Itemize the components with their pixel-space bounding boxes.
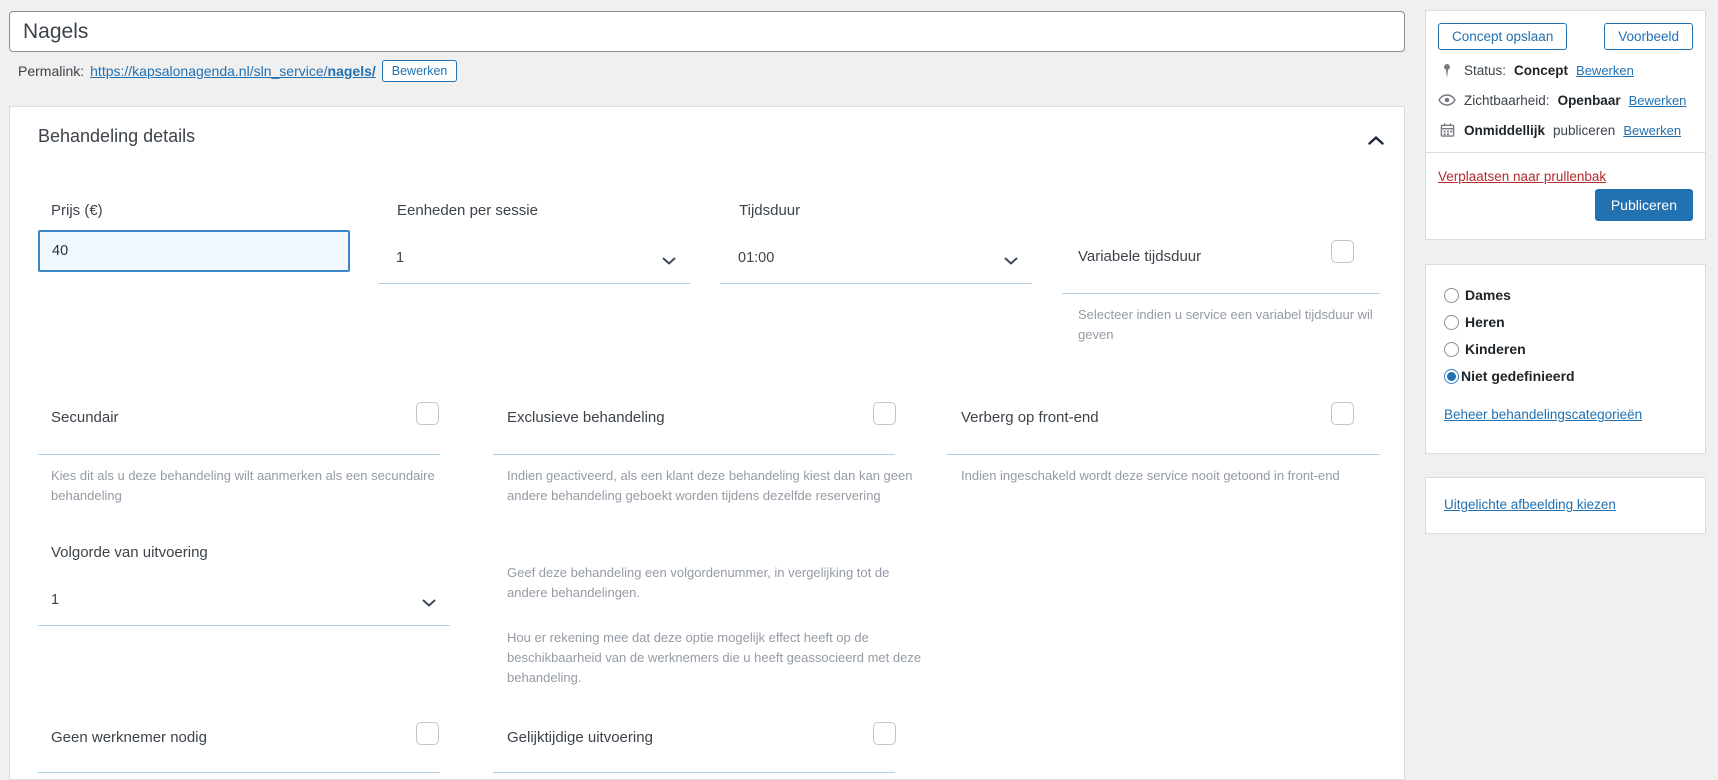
pin-icon	[1438, 62, 1456, 78]
radio-label: Dames	[1465, 287, 1511, 303]
duration-select[interactable]: 01:00	[720, 234, 1032, 284]
radio-label: Heren	[1465, 314, 1505, 330]
edit-status-link[interactable]: Bewerken	[1576, 63, 1634, 78]
move-to-trash-link[interactable]: Verplaatsen naar prullenbak	[1438, 169, 1606, 184]
edit-visibility-link[interactable]: Bewerken	[1629, 93, 1687, 108]
featured-image-box: Uitgelichte afbeelding kiezen	[1425, 477, 1706, 534]
visibility-row: Zichtbaarheid: Openbaar Bewerken	[1426, 92, 1705, 108]
hide-frontend-help: Indien ingeschakeld wordt deze service n…	[961, 466, 1391, 486]
permalink-label: Permalink:	[18, 63, 84, 79]
chevron-down-icon	[1004, 252, 1018, 270]
radio-icon	[1444, 342, 1459, 357]
duration-value: 01:00	[738, 250, 774, 266]
variable-duration-checkbox[interactable]	[1331, 240, 1354, 263]
simultaneous-checkbox[interactable]	[873, 722, 896, 745]
exec-order-help-1: Geef deze behandeling een volgordenummer…	[507, 563, 925, 603]
save-draft-button[interactable]: Concept opslaan	[1438, 23, 1567, 50]
exclusive-label: Exclusieve behandeling	[507, 409, 665, 426]
no-employee-checkbox[interactable]	[416, 722, 439, 745]
simultaneous-label: Gelijktijdige uitvoering	[507, 729, 653, 746]
publish-button[interactable]: Publiceren	[1595, 189, 1693, 221]
divider	[1062, 293, 1380, 294]
radio-dames[interactable]: Dames	[1444, 287, 1687, 303]
exclusive-help: Indien geactiveerd, als een klant deze b…	[507, 466, 949, 506]
radio-label: Kinderen	[1465, 341, 1526, 357]
radio-icon	[1444, 288, 1459, 303]
eye-icon	[1438, 92, 1456, 108]
variable-duration-label: Variabele tijdsduur	[1078, 248, 1201, 265]
post-title-input[interactable]	[9, 11, 1405, 52]
edit-schedule-link[interactable]: Bewerken	[1623, 123, 1681, 138]
schedule-row: Onmiddellijk publiceren Bewerken	[1426, 122, 1705, 138]
status-row: Status: Concept Bewerken	[1426, 62, 1705, 78]
units-select[interactable]: 1	[378, 234, 690, 284]
chevron-down-icon	[422, 594, 436, 612]
publish-box: Concept opslaan Voorbeeld Status: Concep…	[1425, 10, 1706, 240]
exec-order-value: 1	[51, 592, 59, 608]
exec-order-help-2: Hou er rekening mee dat deze optie mogel…	[507, 628, 925, 688]
divider	[947, 454, 1380, 455]
visibility-label: Zichtbaarheid:	[1464, 93, 1550, 108]
hide-frontend-label: Verberg op front-end	[961, 409, 1099, 426]
panel-fields: Prijs (€) Eenheden per sessie 1 Tijdsduu…	[9, 106, 1405, 780]
preview-button[interactable]: Voorbeeld	[1604, 23, 1693, 50]
schedule-value: Onmiddellijk	[1464, 123, 1545, 138]
status-label: Status:	[1464, 63, 1506, 78]
manage-categories-link[interactable]: Beheer behandelingscategorieën	[1444, 407, 1642, 422]
permalink-slug: nagels/	[328, 63, 376, 79]
category-box: Dames Heren Kinderen Niet gedefinieerd B…	[1425, 264, 1706, 454]
price-input[interactable]	[38, 230, 350, 272]
price-label: Prijs (€)	[51, 202, 103, 219]
calendar-icon	[1438, 122, 1456, 138]
duration-label: Tijdsduur	[739, 202, 800, 219]
radio-label: Niet gedefinieerd	[1461, 368, 1575, 384]
status-value: Concept	[1514, 63, 1568, 78]
secondary-help: Kies dit als u deze behandeling wilt aan…	[51, 466, 443, 506]
hide-frontend-checkbox[interactable]	[1331, 402, 1354, 425]
schedule-text: publiceren	[1553, 123, 1615, 138]
radio-heren[interactable]: Heren	[1444, 314, 1687, 330]
radio-icon	[1444, 315, 1459, 330]
no-employee-label: Geen werknemer nodig	[51, 729, 207, 746]
choose-featured-image-link[interactable]: Uitgelichte afbeelding kiezen	[1444, 497, 1616, 512]
exec-order-label: Volgorde van uitvoering	[51, 544, 208, 561]
radio-kinderen[interactable]: Kinderen	[1444, 341, 1687, 357]
permalink-row: Permalink: https://kapsalonagenda.nl/sln…	[18, 60, 457, 82]
divider	[493, 772, 895, 773]
secondary-label: Secundair	[51, 409, 119, 426]
exec-order-select[interactable]: 1	[38, 576, 450, 626]
radio-icon	[1444, 369, 1459, 384]
permalink-base: https://kapsalonagenda.nl/sln_service/	[90, 63, 327, 79]
divider	[38, 454, 440, 455]
divider	[38, 772, 440, 773]
permalink-url-link[interactable]: https://kapsalonagenda.nl/sln_service/na…	[90, 63, 376, 79]
variable-duration-help: Selecteer indien u service een variabel …	[1078, 305, 1388, 345]
units-value: 1	[396, 250, 404, 266]
units-label: Eenheden per sessie	[397, 202, 538, 219]
radio-niet-gedefinieerd[interactable]: Niet gedefinieerd	[1444, 368, 1687, 384]
divider	[493, 454, 895, 455]
chevron-down-icon	[662, 252, 676, 270]
exclusive-checkbox[interactable]	[873, 402, 896, 425]
secondary-checkbox[interactable]	[416, 402, 439, 425]
permalink-edit-button[interactable]: Bewerken	[382, 60, 458, 82]
visibility-value: Openbaar	[1558, 93, 1621, 108]
